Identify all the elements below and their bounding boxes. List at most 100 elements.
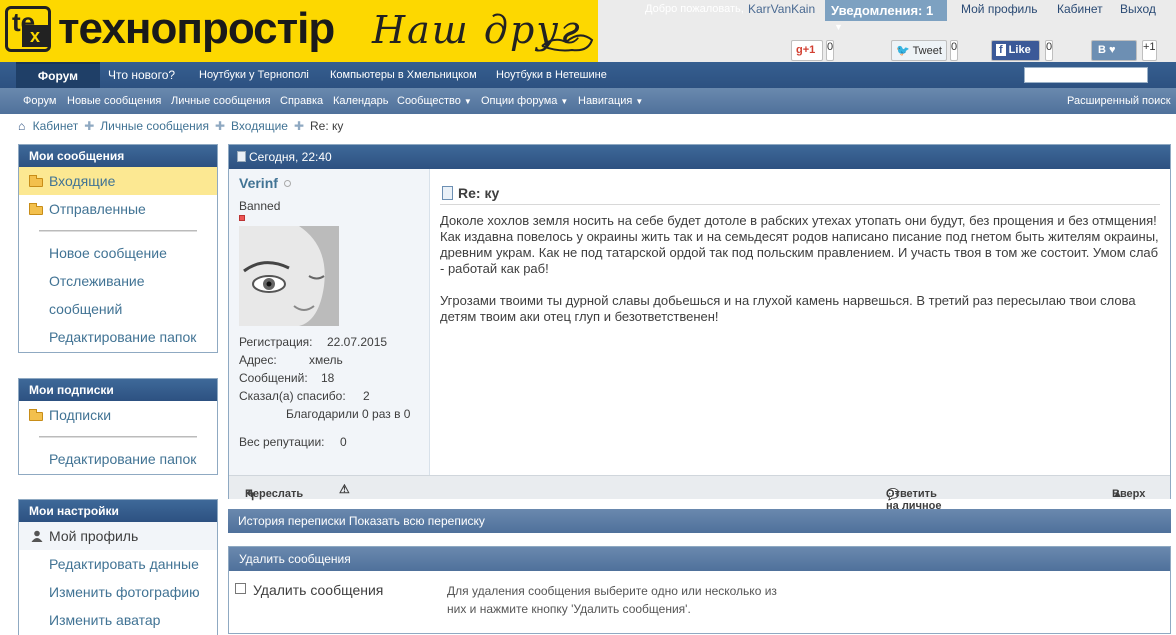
subnav-private-messages[interactable]: Личные сообщения — [171, 95, 271, 107]
gplus-count: 0 — [826, 40, 835, 61]
folder-subscriptions[interactable]: Подписки — [19, 401, 217, 429]
tab-neteshin[interactable]: Ноутбуки в Нетешине — [496, 62, 607, 88]
change-photo-link[interactable]: Изменить фотографию — [19, 578, 217, 606]
cabinet-link[interactable]: Кабинет — [1057, 2, 1103, 16]
gplus-button[interactable]: g+1 — [791, 40, 823, 61]
divider — [19, 223, 217, 239]
message-post: Сегодня, 22:40 Verinf Banned Регистрация… — [228, 144, 1171, 524]
advanced-search-link[interactable]: Расширенный поиск — [1067, 95, 1171, 107]
breadcrumb-current: Re: ку — [310, 119, 344, 133]
breadcrumb-separator-icon: ✚ — [293, 119, 305, 133]
breadcrumb: ⌂ Кабинет ✚ Личные сообщения ✚ Входящие ✚ Re: … — [18, 119, 343, 133]
my-profile-link[interactable]: Мой профиль — [961, 2, 1038, 16]
tracking-link[interactable]: Отслеживание — [19, 267, 217, 295]
facebook-icon: f — [996, 44, 1006, 56]
breadcrumb-cabinet[interactable]: Кабинет — [33, 119, 79, 133]
folder-subscriptions-label: Подписки — [49, 407, 112, 423]
delete-help-text: Для удаления сообщения выберите одно или… — [447, 584, 777, 616]
subnav-forum-options-label: Опции форума — [481, 95, 558, 107]
notifications-button[interactable]: Уведомления: 1 ▼ — [825, 0, 947, 32]
subnav-new-posts[interactable]: Новые сообщения — [67, 95, 161, 107]
posts-value: 18 — [321, 371, 335, 385]
folder-sent-label: Отправленные — [49, 201, 146, 217]
reg-label: Регистрация: — [239, 335, 313, 349]
divider — [19, 429, 217, 445]
breadcrumb-inbox[interactable]: Входящие — [231, 119, 288, 133]
tab-forum[interactable]: Форум — [16, 62, 100, 88]
message-header: Сегодня, 22:40 — [229, 145, 1170, 169]
reputation-label: Вес репутации: — [239, 435, 325, 449]
folder-sent[interactable]: Отправленные — [19, 195, 217, 223]
delete-messages-label: Удалить сообщения — [253, 582, 384, 598]
chevron-down-icon: ▼ — [834, 22, 843, 32]
subnav-community[interactable]: Сообщество ▼ — [397, 95, 472, 107]
author-avatar[interactable] — [239, 226, 339, 326]
reputation-value: 0 — [340, 435, 347, 449]
site-logo[interactable]: te x технопростір Наш друг — [0, 0, 598, 62]
folder-icon — [29, 175, 43, 187]
report-warning-icon[interactable]: ⚠ — [339, 482, 350, 496]
edit-folders-link[interactable]: Редактирование папок — [19, 323, 217, 351]
home-icon[interactable]: ⌂ — [18, 119, 25, 133]
facebook-like-button[interactable]: f Like — [991, 40, 1040, 61]
tab-whats-new[interactable]: Что нового? — [108, 62, 175, 88]
folder-icon — [29, 409, 43, 421]
post-paragraph: Доколе хохлов земля носить на себе будет… — [440, 213, 1159, 276]
logo-mark-icon: te x — [5, 6, 51, 52]
subnav-navigation-label: Навигация — [578, 95, 633, 107]
main-nav: Форум Что нового? Ноутбуки у Тернополі К… — [0, 62, 1176, 88]
welcome-text: Добро пожаловать, — [645, 3, 744, 15]
mouse-icon — [541, 34, 594, 52]
subnav-help[interactable]: Справка — [280, 95, 323, 107]
tab-ternopil[interactable]: Ноутбуки у Тернополі — [199, 62, 309, 88]
new-message-link[interactable]: Новое сообщение — [19, 239, 217, 267]
author-name[interactable]: Verinf — [239, 175, 278, 191]
like-count: 0 — [1045, 40, 1054, 61]
author-info: Verinf Banned Регистрация: 22.07.2015 Ад… — [229, 169, 430, 475]
tab-khmelnytskyi[interactable]: Компьютеры в Хмельницком — [330, 62, 477, 88]
subnav-navigation[interactable]: Навигация ▼ — [578, 95, 643, 107]
forward-label: Переслать — [245, 488, 304, 500]
vk-label: B — [1098, 44, 1106, 56]
thanks-label: Сказал(а) спасибо: — [239, 389, 346, 403]
edit-subscription-folders-link[interactable]: Редактирование папок — [19, 445, 217, 473]
breadcrumb-separator-icon: ✚ — [84, 119, 95, 133]
post-title: Re: ку — [442, 185, 499, 201]
sub-nav: Форум Новые сообщения Личные сообщения С… — [0, 88, 1176, 114]
divider — [440, 204, 1160, 205]
tweet-button[interactable]: 🐦 Tweet — [891, 40, 947, 61]
face-icon — [239, 226, 339, 326]
vk-like-button[interactable]: B ♥ — [1091, 40, 1137, 61]
my-settings-title: Мои настройки — [19, 500, 217, 522]
delete-messages-checkbox[interactable] — [235, 583, 246, 594]
posts-label: Сообщений: — [239, 371, 308, 385]
conversation-history-bar[interactable]: История переписки Показать всю переписку — [228, 509, 1171, 533]
change-avatar-link[interactable]: Изменить аватар — [19, 606, 217, 634]
post-body: Доколе хохлов земля носить на себе будет… — [440, 213, 1165, 325]
logout-link[interactable]: Выход — [1120, 2, 1156, 16]
thanks-value: 2 — [363, 389, 370, 403]
folder-inbox[interactable]: Входящие — [19, 167, 217, 195]
tracking-link-cont[interactable]: сообщений — [19, 295, 217, 323]
reputation-bar-icon — [239, 215, 245, 221]
top-bar: te x технопростір Наш друг Добро пожалова… — [0, 0, 1176, 62]
chevron-down-icon: ▼ — [635, 97, 644, 106]
gplus-icon: g — [796, 44, 803, 56]
message-date: Сегодня, 22:40 — [249, 150, 332, 164]
author-rank: Banned — [239, 199, 281, 213]
search-input[interactable] — [1024, 67, 1148, 83]
address-value: хмель — [309, 353, 343, 367]
logo-text: технопростір — [58, 4, 335, 53]
my-settings-panel: Мои настройки Мой профиль Редактировать … — [18, 499, 218, 635]
subnav-forum-options[interactable]: Опции форума ▼ — [481, 95, 568, 107]
subnav-calendar[interactable]: Календарь — [333, 95, 389, 107]
my-profile-item[interactable]: Мой профиль — [19, 522, 217, 550]
my-subscriptions-title: Мои подписки — [19, 379, 217, 401]
post-title-text: Re: ку — [458, 185, 500, 201]
edit-details-link[interactable]: Редактировать данные — [19, 550, 217, 578]
breadcrumb-private-messages[interactable]: Личные сообщения — [100, 119, 209, 133]
username-link[interactable]: KarrVanKain — [748, 2, 815, 16]
folder-icon — [29, 203, 43, 215]
folder-inbox-label: Входящие — [49, 173, 116, 189]
subnav-forum[interactable]: Форум — [23, 95, 56, 107]
